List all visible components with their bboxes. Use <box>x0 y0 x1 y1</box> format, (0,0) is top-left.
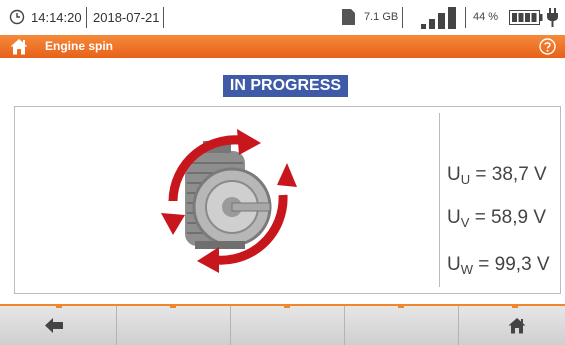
softkey-3[interactable] <box>230 306 345 345</box>
reading-subscript: W <box>460 262 474 277</box>
motor-rotation-icon <box>161 129 297 273</box>
measurement-panel: UU = 38,7 V UV = 58,9 V UW = 99,3 V <box>14 106 561 294</box>
clock-icon <box>9 9 25 25</box>
bottom-toolbar <box>0 304 565 345</box>
status-separator <box>465 7 466 28</box>
reading-u: UU = 38,7 V <box>447 164 547 187</box>
storage-indicator: 7.1 GB <box>364 11 399 23</box>
status-separator <box>163 7 164 28</box>
home-icon <box>508 318 526 334</box>
toolbar-notch <box>512 304 518 308</box>
reading-symbol: U <box>447 254 461 275</box>
toolbar-notch <box>56 304 62 308</box>
reading-symbol: U <box>447 164 461 185</box>
softkey-2[interactable] <box>116 306 231 345</box>
sd-card-icon <box>342 9 355 25</box>
status-separator <box>402 7 403 28</box>
reading-value: = 38,7 V <box>475 164 547 185</box>
home-icon[interactable] <box>10 38 28 55</box>
reading-subscript: U <box>460 172 471 187</box>
reading-subscript: V <box>460 215 470 230</box>
status-time: 14:14:20 <box>31 10 82 25</box>
plug-icon <box>547 8 558 27</box>
toolbar-notch <box>398 304 404 308</box>
battery-percent: 44 % <box>473 11 499 23</box>
page-title: Engine spin <box>45 39 114 53</box>
status-bar: 14:14:20 2018-07-21 7.1 GB 44 % <box>0 0 565 35</box>
title-bar: Engine spin <box>0 35 565 58</box>
reading-symbol: U <box>447 207 461 228</box>
back-button[interactable] <box>0 306 117 345</box>
help-icon[interactable] <box>539 38 556 55</box>
status-badge: IN PROGRESS <box>223 75 348 97</box>
reading-w: UW = 99,3 V <box>447 254 550 277</box>
status-separator <box>86 7 87 28</box>
reading-value: = 99,3 V <box>478 254 550 275</box>
reading-value: = 58,9 V <box>474 207 546 228</box>
battery-icon <box>509 10 543 25</box>
back-arrow-icon <box>45 318 63 333</box>
status-date: 2018-07-21 <box>93 10 160 25</box>
signal-icon <box>421 7 456 29</box>
reading-v: UV = 58,9 V <box>447 207 546 230</box>
panel-divider <box>439 113 440 287</box>
softkey-4[interactable] <box>344 306 459 345</box>
toolbar-notch <box>170 304 176 308</box>
toolbar-notch <box>284 304 290 308</box>
home-button[interactable] <box>458 306 565 345</box>
